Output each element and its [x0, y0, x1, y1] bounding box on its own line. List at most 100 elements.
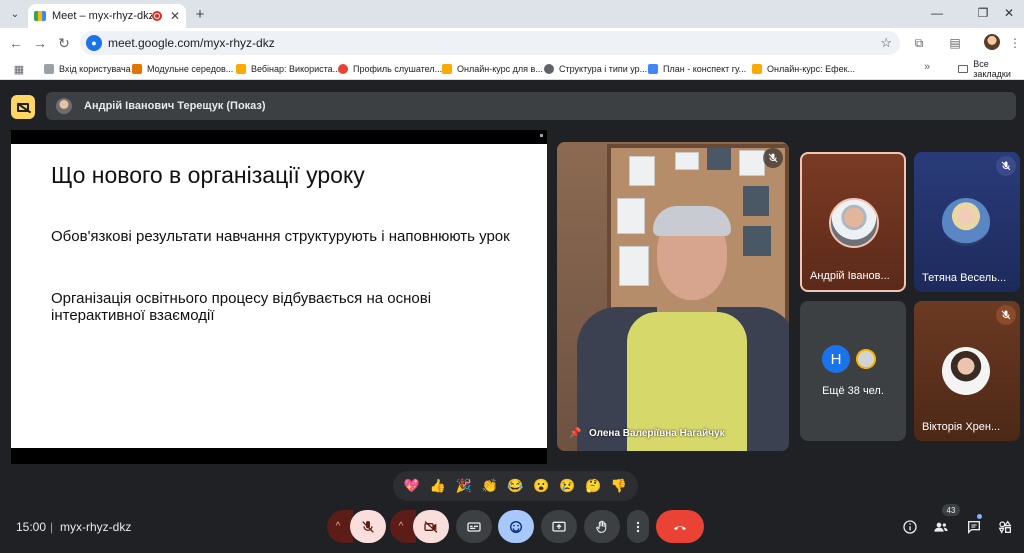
- bookmark-item[interactable]: Модульне середов...: [132, 61, 233, 77]
- presenter-bar: Андрій Іванович Терещук (Показ): [46, 92, 1016, 120]
- reaction-thumbs-up[interactable]: 👍: [427, 475, 449, 497]
- globe-icon: [544, 64, 554, 74]
- stop-presenting-icon[interactable]: [11, 95, 35, 119]
- bookmark-item[interactable]: Вхід користувача: [44, 61, 131, 77]
- bookmark-item[interactable]: Онлайн-курс для в...: [442, 61, 543, 77]
- meeting-code[interactable]: myx-rhyz-dkz: [60, 520, 131, 534]
- chevron-up-icon: ^: [398, 521, 404, 532]
- browser-tabstrip: ⌄ Meet – myx-rhyz-dkz ✕ + — ❐ ✕: [0, 0, 1024, 28]
- pin-icon: 📌: [569, 428, 582, 439]
- leave-call-button[interactable]: [656, 510, 704, 543]
- bookmark-item[interactable]: Структура і типи ур...: [544, 61, 647, 77]
- presentation-area[interactable]: Що нового в організації уроку Обов'язков…: [11, 130, 547, 464]
- mic-off-icon: [996, 156, 1016, 176]
- extensions-icon[interactable]: ⧉: [910, 34, 928, 52]
- forward-arrow-icon[interactable]: →: [30, 33, 50, 53]
- meeting-details-button[interactable]: [901, 518, 919, 536]
- bookmark-favicon-icon: [752, 64, 762, 74]
- slide: Що нового в організації уроку Обов'язков…: [11, 144, 547, 448]
- slide-paragraph: Організація освітнього процесу відбуваєт…: [51, 290, 432, 324]
- side-panel-icon[interactable]: ▤: [946, 34, 964, 52]
- reaction-party[interactable]: 🎉: [453, 475, 475, 497]
- emoji-reactions-button[interactable]: [498, 510, 534, 543]
- reaction-thumbs-down[interactable]: 👎: [608, 475, 630, 497]
- people-icon: [934, 522, 948, 532]
- more-participants-label: Ещё 38 чел.: [822, 385, 884, 397]
- close-window-icon[interactable]: ✕: [994, 4, 1024, 22]
- bookmarks-overflow-icon[interactable]: »: [924, 61, 930, 73]
- video-background: [619, 246, 649, 286]
- participant-count-badge: 43: [942, 504, 960, 516]
- address-bar[interactable]: ● meet.google.com/myx-rhyz-dkz ☆: [80, 31, 900, 55]
- browser-tab-meet[interactable]: Meet – myx-rhyz-dkz ✕: [28, 4, 186, 28]
- apps-grid-icon[interactable]: ▦: [12, 62, 26, 76]
- recording-indicator-icon: [151, 11, 162, 21]
- camera-toggle-button[interactable]: [413, 510, 449, 543]
- microphone-toggle-button[interactable]: [350, 510, 386, 543]
- end-call-icon: [674, 525, 686, 530]
- meet-favicon-icon: [34, 11, 46, 21]
- participant-name: Олена Валеріївна Нагайчук: [589, 428, 725, 439]
- raise-hand-button[interactable]: [584, 510, 620, 543]
- participant-tile[interactable]: Вікторія Хрен...: [914, 301, 1020, 441]
- avatar-letter: H: [830, 350, 842, 368]
- participant-avatar: [829, 198, 879, 248]
- captions-button[interactable]: [456, 510, 492, 543]
- presenter-avatar: [56, 98, 72, 114]
- bookmarks-bar: ▦ Вхід користувача Модульне середов... В…: [0, 58, 1024, 80]
- mic-in-use-icon[interactable]: ●: [86, 35, 102, 51]
- bookmark-item[interactable]: Вебінар: Використа...: [236, 61, 340, 77]
- slide-paragraph: Обов'язкові результати навчання структур…: [51, 228, 510, 245]
- mic-off-icon: [763, 148, 783, 168]
- captions-icon: [467, 521, 481, 532]
- reaction-laugh[interactable]: 😂: [504, 475, 526, 497]
- more-participants-tile[interactable]: H Ещё 38 чел.: [800, 301, 906, 441]
- participant-name: Тетяна Весель...: [922, 272, 1007, 284]
- reactions-bar: 💖 👍 🎉 👏 😂 😮 😢 🤔 👎: [393, 471, 638, 501]
- bookmark-star-icon[interactable]: ☆: [880, 35, 892, 51]
- pinned-video-tile[interactable]: 📌 Олена Валеріївна Нагайчук: [557, 142, 789, 451]
- back-arrow-icon[interactable]: ←: [6, 33, 26, 53]
- url-text: meet.google.com/myx-rhyz-dkz: [108, 36, 275, 50]
- reaction-sad[interactable]: 😢: [556, 475, 578, 497]
- info-icon: [903, 520, 917, 534]
- video-background: [617, 198, 645, 234]
- meeting-time: 15:00: [16, 520, 47, 534]
- new-tab-button[interactable]: +: [190, 4, 210, 24]
- emoji-icon: [510, 520, 522, 533]
- separator: |: [50, 520, 54, 534]
- participant-figure: [653, 206, 731, 236]
- unread-chat-indicator: [977, 514, 982, 519]
- presenter-label: Андрій Іванович Терещук (Показ): [84, 100, 266, 112]
- bookmark-item[interactable]: Профиль слушател...: [338, 61, 442, 77]
- all-bookmarks-button[interactable]: Все закладки: [958, 59, 1024, 79]
- present-screen-button[interactable]: [541, 510, 577, 543]
- bookmark-favicon-icon: [132, 64, 142, 74]
- raise-hand-icon: [596, 520, 607, 533]
- slide-corner-marker: [540, 134, 543, 137]
- bookmark-item[interactable]: Онлайн-курс: Ефек...: [752, 61, 855, 77]
- activities-button[interactable]: [996, 518, 1014, 536]
- reaction-heart[interactable]: 💖: [401, 475, 423, 497]
- browser-toolbar: ← → ↻ ● meet.google.com/myx-rhyz-dkz ☆ ⧉…: [0, 28, 1024, 58]
- reaction-surprised[interactable]: 😮: [530, 475, 552, 497]
- tab-search-chevron-icon[interactable]: ⌄: [6, 5, 24, 23]
- participant-avatar: H: [822, 345, 850, 373]
- participant-tile[interactable]: Андрій Іванов...: [800, 152, 906, 292]
- reaction-thinking[interactable]: 🤔: [582, 475, 604, 497]
- browser-menu-icon[interactable]: ⋮: [1006, 34, 1024, 52]
- profile-avatar[interactable]: [984, 34, 1000, 50]
- bookmark-favicon-icon: [236, 64, 246, 74]
- video-background: [743, 226, 771, 256]
- minimize-icon[interactable]: —: [922, 4, 952, 22]
- present-screen-icon: [552, 521, 566, 532]
- participant-tile[interactable]: Тетяна Весель...: [914, 152, 1020, 292]
- people-button[interactable]: [932, 518, 950, 536]
- reload-icon[interactable]: ↻: [54, 33, 74, 53]
- more-options-button[interactable]: [627, 510, 649, 543]
- mic-off-icon: [996, 305, 1016, 325]
- chat-button[interactable]: [965, 518, 983, 536]
- tab-close-icon[interactable]: ✕: [170, 9, 180, 23]
- reaction-clap[interactable]: 👏: [479, 475, 501, 497]
- bookmark-item[interactable]: План - конспект гу...: [648, 61, 746, 77]
